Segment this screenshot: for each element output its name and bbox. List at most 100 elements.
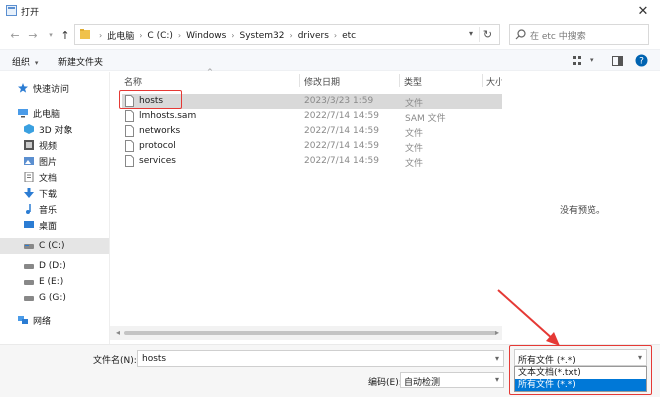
window-icon: [6, 5, 17, 16]
file-name: protocol: [139, 141, 176, 151]
file-type: 文件: [405, 144, 424, 154]
drive-icon: [24, 261, 34, 271]
document-icon: [24, 172, 34, 182]
view-options-icon[interactable]: [572, 54, 586, 67]
desktop-icon: [24, 220, 34, 230]
close-icon[interactable]: ✕: [632, 2, 654, 20]
window-title: 打开: [21, 8, 40, 18]
drive-icon: [24, 277, 34, 287]
command-toolbar: 组织 ▾ 新建文件夹 ▾ ?: [0, 49, 660, 71]
column-header-size[interactable]: 大小: [486, 75, 502, 88]
breadcrumb-item[interactable]: drivers: [298, 31, 329, 41]
chevron-right-icon[interactable]: ›: [290, 31, 293, 40]
preview-message: 没有预览。: [560, 206, 606, 216]
search-input[interactable]: 在 etc 中搜索: [509, 24, 649, 45]
sidebar-item-desktop[interactable]: 桌面: [0, 217, 109, 233]
preview-pane-icon[interactable]: [610, 54, 624, 67]
annotation-highlight-box: [119, 90, 182, 109]
svg-text:?: ?: [639, 57, 644, 67]
file-type: 文件: [405, 159, 424, 169]
breadcrumb-item[interactable]: C (C:): [147, 31, 172, 41]
sidebar-item-downloads[interactable]: 下载: [0, 185, 109, 201]
column-header-modified[interactable]: 修改日期: [304, 75, 340, 88]
sidebar-item-videos[interactable]: 视频: [0, 137, 109, 153]
sidebar-item-network[interactable]: 网络: [0, 312, 109, 328]
file-row[interactable]: lmhosts.sam 2022/7/14 14:59 SAM 文件: [122, 109, 502, 124]
back-arrow-icon[interactable]: ←: [8, 27, 22, 43]
breadcrumb-item[interactable]: 此电脑: [107, 29, 134, 42]
chevron-right-icon[interactable]: ›: [139, 31, 142, 40]
encoding-value: 自动检测: [404, 378, 441, 388]
horizontal-scrollbar[interactable]: ◂ ▸: [110, 326, 502, 340]
sidebar-item-3d-objects[interactable]: 3D 对象: [0, 121, 109, 137]
breadcrumb-item[interactable]: etc: [342, 31, 356, 41]
chevron-down-icon[interactable]: ▾: [469, 29, 473, 38]
column-header-type[interactable]: 类型: [404, 75, 422, 88]
file-row[interactable]: protocol 2022/7/14 14:59 文件: [122, 139, 502, 154]
new-folder-button[interactable]: 新建文件夹: [58, 55, 103, 68]
drive-icon: [24, 241, 34, 251]
search-icon: [515, 29, 526, 40]
video-icon: [24, 140, 34, 150]
refresh-icon[interactable]: ↻: [479, 27, 495, 42]
filename-value: hosts: [142, 354, 167, 364]
annotation-highlight-box: [509, 345, 652, 395]
encoding-select[interactable]: 自动检测 ▾: [400, 372, 504, 388]
picture-icon: [24, 156, 34, 166]
file-modified: 2023/3/23 1:59: [304, 96, 374, 106]
organize-button[interactable]: 组织 ▾: [12, 55, 38, 68]
filename-label: 文件名(N):: [93, 356, 137, 366]
cube-icon: [24, 124, 34, 134]
forward-arrow-icon[interactable]: →: [26, 27, 40, 43]
column-divider[interactable]: [299, 74, 300, 87]
breadcrumb: › 此电脑 › C (C:) › Windows › System32 › dr…: [94, 29, 356, 43]
file-row[interactable]: networks 2022/7/14 14:59 文件: [122, 124, 502, 139]
chevron-down-icon[interactable]: ▾: [590, 56, 594, 64]
navigation-pane: 快速访问 此电脑 3D 对象 视频 图片 文档 下载 音乐 桌面 C (C:) …: [0, 72, 110, 344]
sidebar-item-documents[interactable]: 文档: [0, 169, 109, 185]
file-list: ^ 名称 修改日期 类型 大小 hosts 2023/3/23 1:59 文件 …: [110, 68, 502, 344]
sidebar-item-pictures[interactable]: 图片: [0, 153, 109, 169]
column-header-name[interactable]: 名称: [124, 75, 142, 88]
chevron-right-icon[interactable]: ›: [231, 31, 234, 40]
chevron-right-icon[interactable]: ›: [334, 31, 337, 40]
file-name: networks: [139, 126, 181, 136]
folder-icon: [80, 29, 90, 39]
sidebar-item-drive-d[interactable]: D (D:): [0, 258, 109, 274]
scroll-left-icon[interactable]: ◂: [116, 328, 120, 337]
sidebar-item-drive-g[interactable]: G (G:): [0, 290, 109, 306]
file-icon: [125, 110, 134, 122]
music-icon: [24, 204, 34, 214]
search-placeholder: 在 etc 中搜索: [530, 32, 586, 42]
annotation-arrow-icon: [497, 289, 560, 346]
file-name: lmhosts.sam: [139, 111, 197, 121]
chevron-right-icon[interactable]: ›: [178, 31, 181, 40]
sidebar-item-drive-c[interactable]: C (C:): [0, 238, 109, 254]
file-modified: 2022/7/14 14:59: [304, 141, 379, 151]
address-bar[interactable]: › 此电脑 › C (C:) › Windows › System32 › dr…: [74, 24, 500, 45]
scrollbar-thumb[interactable]: [124, 331, 497, 335]
file-icon: [125, 125, 134, 137]
breadcrumb-item[interactable]: System32: [240, 31, 285, 41]
sidebar-item-music[interactable]: 音乐: [0, 201, 109, 217]
download-icon: [24, 188, 34, 198]
recent-locations-chevron-icon[interactable]: ▾: [44, 27, 58, 43]
sidebar-item-this-pc[interactable]: 此电脑: [0, 105, 109, 121]
sidebar-item-quick-access[interactable]: 快速访问: [0, 80, 109, 96]
filename-field[interactable]: hosts ▾: [137, 350, 504, 367]
file-modified: 2022/7/14 14:59: [304, 126, 379, 136]
column-divider[interactable]: [399, 74, 400, 87]
network-icon: [18, 315, 28, 325]
sidebar-item-drive-e[interactable]: E (E:): [0, 274, 109, 290]
column-divider[interactable]: [482, 74, 483, 87]
chevron-down-icon: ▾: [494, 375, 499, 384]
chevron-right-icon[interactable]: ›: [99, 31, 102, 40]
breadcrumb-item[interactable]: Windows: [186, 31, 226, 41]
chevron-down-icon[interactable]: ▾: [495, 354, 499, 363]
file-row[interactable]: services 2022/7/14 14:59 文件: [122, 154, 502, 169]
file-modified: 2022/7/14 14:59: [304, 156, 379, 166]
up-arrow-icon[interactable]: ↑: [58, 27, 72, 43]
computer-icon: [18, 108, 28, 118]
help-icon[interactable]: ?: [634, 54, 648, 67]
drive-icon: [24, 293, 34, 303]
